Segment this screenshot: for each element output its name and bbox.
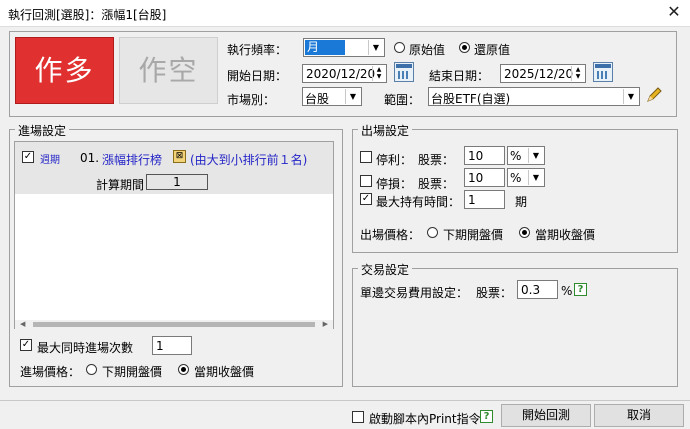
help-icon[interactable]: ? [480,410,493,423]
stop-loss-input[interactable]: 10 [464,168,505,187]
scroll-right-icon[interactable]: ▶ [323,320,328,328]
scroll-thumb[interactable] [33,322,315,327]
condition-name[interactable]: 漲幅排行榜 [102,151,162,168]
raw-radio[interactable] [394,42,405,53]
exit-close-radio[interactable] [519,227,530,238]
scope-label: 範圍： [384,93,421,107]
calendar-icon[interactable] [593,62,613,82]
freq-value: 月 [305,40,346,55]
exit-close-label: 當期收盤價 [535,228,596,242]
max-entries-checkbox[interactable]: ✓ [20,339,32,351]
scroll-left-icon[interactable]: ◀ [20,320,25,328]
entry-next-open-radio[interactable] [86,364,97,375]
entry-price-label: 進場價格： [20,365,81,379]
chevron-down-icon[interactable]: ▼ [623,89,638,104]
title-bar: 執行回測[選股]：漲幅1[台股] ✕ [0,0,690,26]
print-checkbox[interactable] [352,411,364,423]
stop-loss-label: 停損： [376,177,413,191]
max-hold-input[interactable]: 1 [464,190,505,209]
entry-next-open-label: 下期開盤價 [102,365,163,379]
max-entries-label: 最大同時進場次數 [37,341,134,355]
chevron-down-icon[interactable]: ▼ [345,89,360,104]
stop-loss-stock-label: 股票： [418,177,455,191]
take-profit-unit-select[interactable]: % ▼ [507,146,545,165]
chevron-down-icon[interactable]: ▼ [528,170,543,185]
period-tag: 週期 [40,155,60,166]
trade-group-title: 交易設定 [358,261,413,278]
condition-settings-icon[interactable]: ⊠ [173,150,186,163]
pencil-icon[interactable] [645,86,663,104]
take-profit-value: 10 [468,149,484,163]
condition-index: 01. [80,151,100,165]
max-hold-value: 1 [468,193,476,207]
start-date-value: 2020/12/20 [306,67,376,81]
exit-next-open-radio[interactable] [427,227,438,238]
stop-loss-checkbox[interactable] [360,175,372,187]
condition-checkbox[interactable]: ✓ [22,151,34,163]
stop-loss-value: 10 [468,171,484,185]
chevron-down-icon[interactable]: ▼ [528,148,543,163]
market-select[interactable]: 台股 ▼ [302,87,362,106]
bottom-divider [0,400,690,401]
freq-label: 執行頻率： [227,43,288,57]
short-button[interactable]: 作空 [119,37,218,104]
end-date-field[interactable]: 2025/12/20 ▲ ▼ [500,64,586,83]
start-backtest-button[interactable]: 開始回測 [501,404,591,427]
take-profit-stock-label: 股票： [418,153,455,167]
take-profit-label: 停利： [376,153,413,167]
fee-value: 0.3 [521,283,541,297]
take-profit-unit: % [510,149,522,163]
exit-next-open-label: 下期開盤價 [443,228,504,242]
help-icon[interactable]: ? [574,283,587,296]
max-hold-checkbox[interactable]: ✓ [360,193,372,205]
take-profit-checkbox[interactable] [360,151,372,163]
fee-input[interactable]: 0.3 [517,280,558,299]
fee-stock-label: 股票： [476,286,513,300]
window-title: 執行回測[選股]：漲幅1[台股] [8,8,167,22]
close-icon[interactable]: ✕ [664,2,684,22]
spinner-icon[interactable]: ▲ ▼ [571,66,584,81]
chevron-down-icon[interactable]: ▼ [368,40,383,55]
condition-desc: (由大到小排行前１名) [190,153,308,167]
take-profit-input[interactable]: 10 [464,146,505,165]
exit-group-title: 出場設定 [358,122,413,139]
calc-period-field[interactable]: 1 [146,174,208,190]
fee-unit: % [561,284,573,298]
end-date-value: 2025/12/20 [504,67,574,81]
freq-select[interactable]: 月 ▼ [303,38,385,57]
stop-loss-unit-select[interactable]: % ▼ [507,168,545,187]
long-button[interactable]: 作多 [15,37,114,104]
exit-price-label: 出場價格： [360,228,421,242]
scope-value: 台股ETF(自選) [431,92,511,106]
market-value: 台股 [305,92,330,106]
max-entries-value: 1 [156,339,164,353]
max-hold-label: 最大持有時間： [376,195,461,209]
entry-close-label: 當期收盤價 [194,365,255,379]
adjusted-label: 還原值 [474,43,511,57]
horizontal-scrollbar[interactable]: ◀ ▶ [15,320,333,329]
entry-close-radio[interactable] [178,364,189,375]
end-date-label: 結束日期： [429,69,490,83]
start-date-field[interactable]: 2020/12/20 ▲ ▼ [302,64,387,83]
stop-loss-unit: % [510,171,522,185]
cancel-button[interactable]: 取消 [594,404,684,427]
max-entries-input[interactable]: 1 [152,336,192,355]
entry-group-title: 進場設定 [15,122,70,139]
scope-select[interactable]: 台股ETF(自選) ▼ [428,87,640,106]
start-date-label: 開始日期： [227,69,288,83]
print-label: 啟動腳本內Print指令 [369,412,481,426]
max-hold-unit: 期 [515,195,528,209]
raw-label: 原始值 [409,43,446,57]
fee-label: 單邊交易費用設定： [360,286,469,300]
adjusted-radio[interactable] [459,42,470,53]
calendar-icon[interactable] [394,62,414,82]
market-label: 市場別： [227,93,276,107]
spinner-icon[interactable]: ▲ ▼ [372,66,385,81]
